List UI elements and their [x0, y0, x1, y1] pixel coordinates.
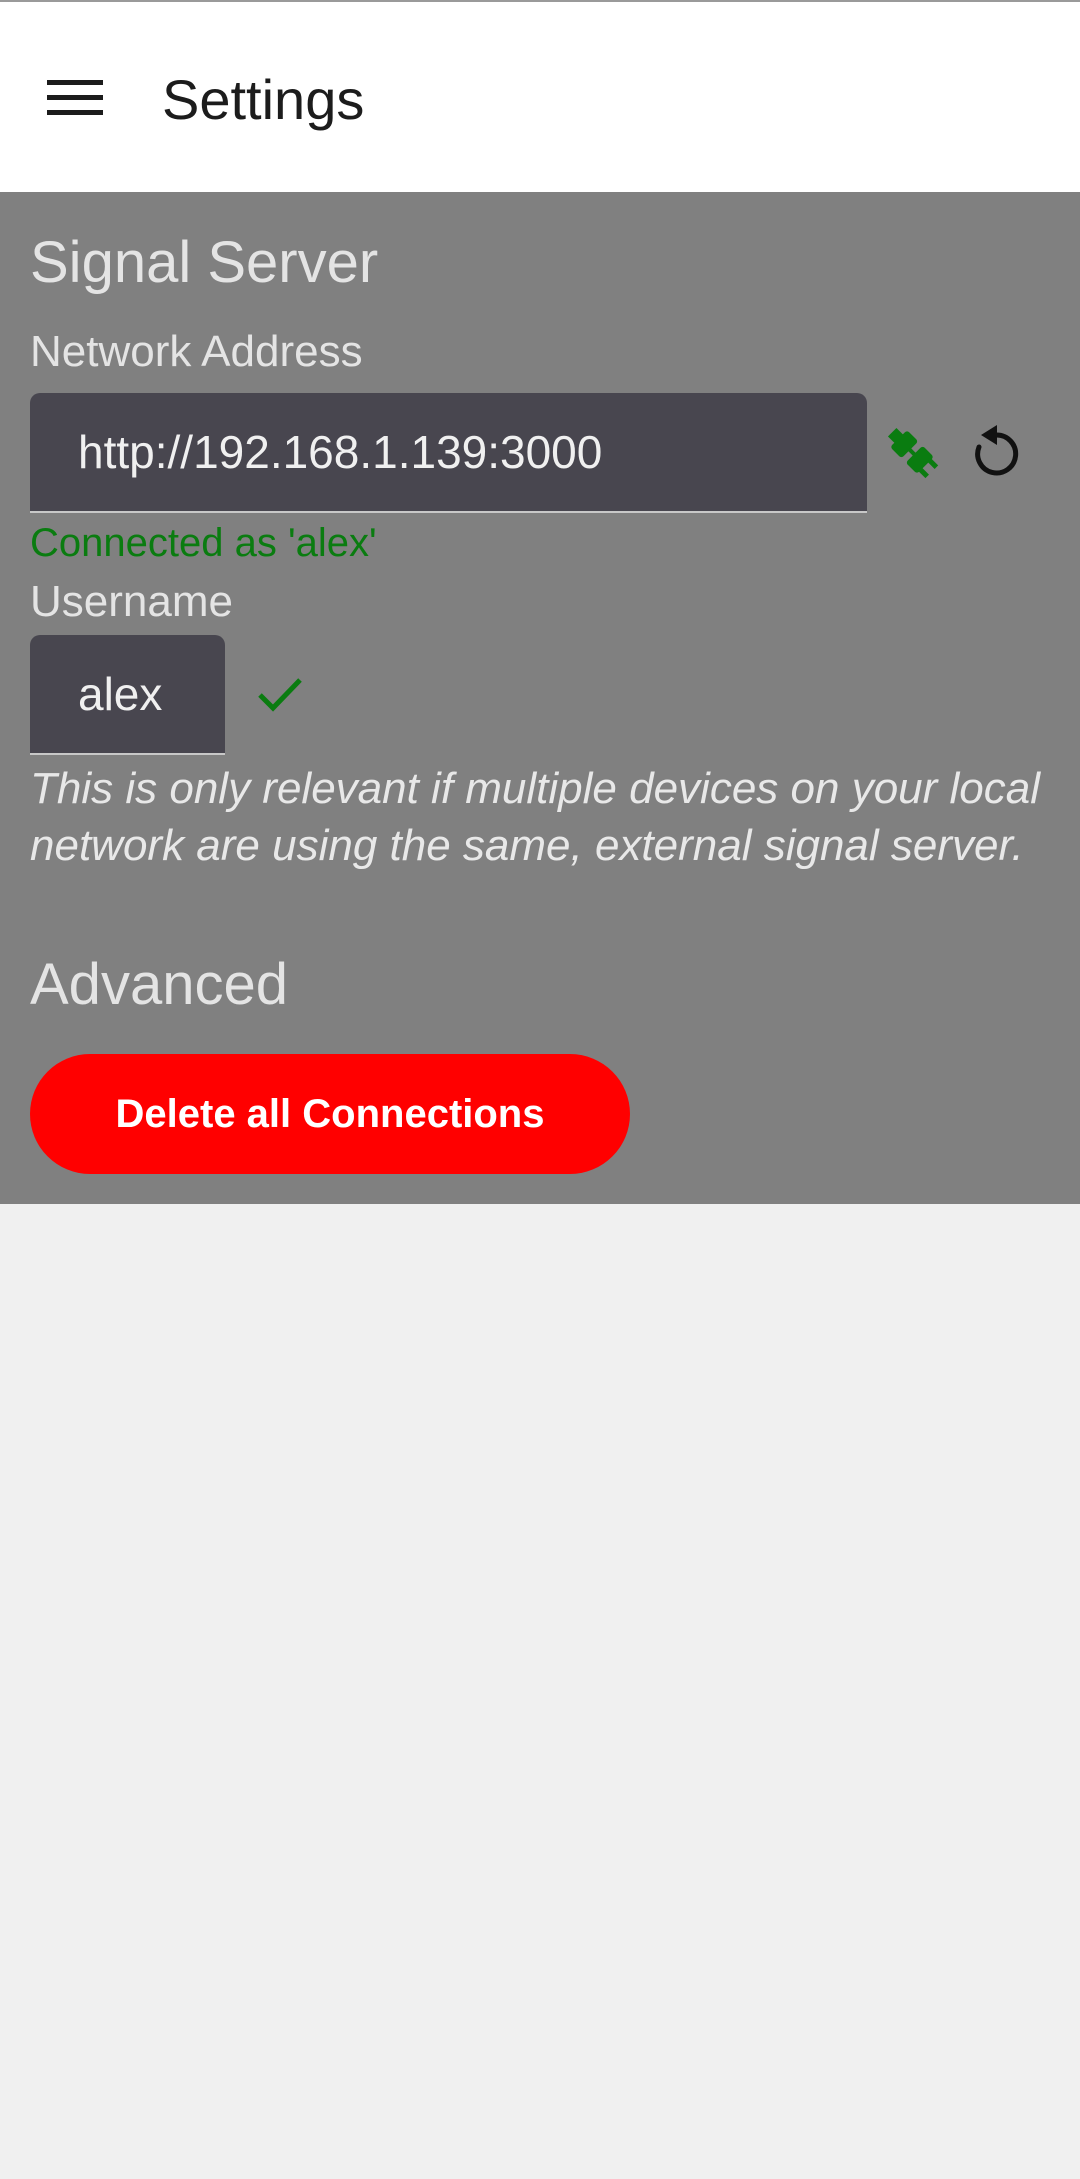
delete-all-connections-button[interactable]: Delete all Connections	[30, 1054, 630, 1174]
plug-connected-icon	[887, 427, 939, 479]
connection-status-text: Connected as 'alex'	[30, 521, 377, 565]
network-address-label: Network Address	[30, 327, 363, 376]
username-label: Username	[30, 577, 233, 626]
signal-server-hint: This is only relevant if multiple device…	[30, 764, 1041, 870]
checkmark-icon	[258, 678, 302, 712]
settings-panel: Signal Server Network Address http://192…	[0, 192, 1080, 1204]
username-input[interactable]: alex	[30, 635, 225, 755]
section-title-signal-server: Signal Server	[30, 230, 379, 295]
page-title: Settings	[162, 68, 365, 131]
connection-toggle-button[interactable]	[880, 412, 944, 492]
network-address-input[interactable]: http://192.168.1.139:3000	[30, 393, 867, 513]
reset-icon	[975, 425, 1019, 476]
app-bar: Settings	[0, 0, 1080, 192]
section-title-advanced: Advanced	[30, 952, 288, 1017]
reset-address-button[interactable]	[964, 412, 1028, 492]
menu-button[interactable]	[30, 58, 120, 138]
hamburger-menu-icon	[47, 80, 103, 115]
username-valid-indicator	[250, 666, 310, 722]
